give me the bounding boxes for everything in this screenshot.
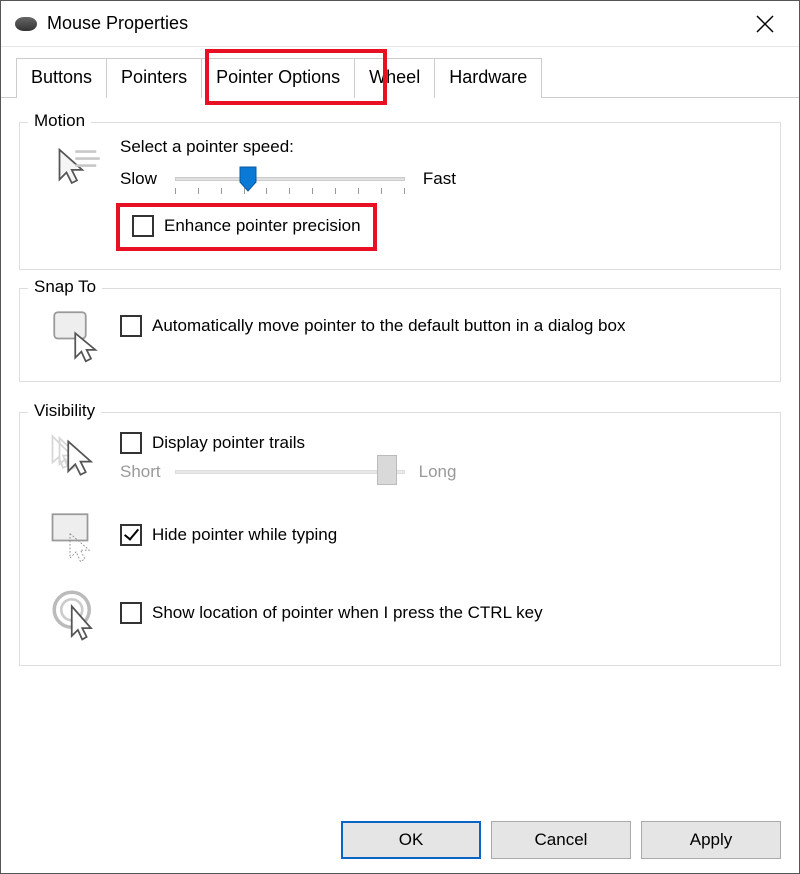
group-snap-to: Snap To Automatically move pointer to th… bbox=[19, 288, 781, 382]
group-snap-to-legend: Snap To bbox=[28, 277, 102, 297]
pointer-speed-slider[interactable] bbox=[175, 174, 405, 184]
enhance-precision-checkbox[interactable] bbox=[132, 215, 154, 237]
fast-label: Fast bbox=[423, 169, 456, 189]
pointer-speed-icon bbox=[49, 141, 105, 197]
ctrl-locate-icon bbox=[49, 587, 105, 643]
snap-to-checkbox[interactable] bbox=[120, 315, 142, 337]
hide-while-typing-checkbox[interactable] bbox=[120, 524, 142, 546]
pointer-trails-icon bbox=[49, 431, 105, 487]
pointer-trails-thumb bbox=[377, 455, 397, 485]
slow-label: Slow bbox=[120, 169, 157, 189]
pointer-trails-slider bbox=[175, 467, 405, 477]
hide-while-typing-icon bbox=[49, 509, 105, 565]
pointer-trails-label: Display pointer trails bbox=[152, 432, 305, 454]
ctrl-locate-checkbox[interactable] bbox=[120, 602, 142, 624]
tab-pointers[interactable]: Pointers bbox=[106, 58, 202, 98]
group-visibility-legend: Visibility bbox=[28, 401, 101, 421]
titlebar: Mouse Properties bbox=[1, 1, 799, 47]
enhance-precision-label: Enhance pointer precision bbox=[164, 215, 361, 237]
trails-short-label: Short bbox=[120, 462, 161, 482]
tab-pointer-options[interactable]: Pointer Options bbox=[201, 58, 355, 98]
apply-button[interactable]: Apply bbox=[641, 821, 781, 859]
ok-button[interactable]: OK bbox=[341, 821, 481, 859]
tab-buttons[interactable]: Buttons bbox=[16, 58, 107, 98]
pointer-trails-checkbox[interactable] bbox=[120, 432, 142, 454]
pointer-speed-label: Select a pointer speed: bbox=[120, 137, 766, 157]
dialog-footer: OK Cancel Apply bbox=[341, 821, 781, 859]
group-motion-legend: Motion bbox=[28, 111, 91, 131]
annotation-highlight-enhance: Enhance pointer precision bbox=[116, 203, 377, 251]
close-button[interactable] bbox=[745, 4, 785, 44]
cancel-button[interactable]: Cancel bbox=[491, 821, 631, 859]
trails-long-label: Long bbox=[419, 462, 457, 482]
pointer-speed-thumb[interactable] bbox=[239, 166, 257, 192]
mouse-properties-window: Mouse Properties Buttons Pointers Pointe… bbox=[0, 0, 800, 874]
tabs-bar: Buttons Pointers Pointer Options Wheel H… bbox=[1, 57, 799, 98]
ctrl-locate-label: Show location of pointer when I press th… bbox=[152, 602, 543, 624]
mouse-icon bbox=[15, 17, 37, 31]
hide-while-typing-label: Hide pointer while typing bbox=[152, 524, 337, 546]
tab-hardware[interactable]: Hardware bbox=[434, 58, 542, 98]
group-motion: Motion Select a pointe bbox=[19, 122, 781, 270]
close-icon bbox=[756, 15, 774, 33]
window-title: Mouse Properties bbox=[47, 13, 188, 34]
tab-wheel[interactable]: Wheel bbox=[354, 58, 435, 98]
group-visibility: Visibility bbox=[19, 412, 781, 666]
tab-content: Motion Select a pointe bbox=[1, 98, 799, 674]
snap-to-icon bbox=[49, 307, 105, 363]
snap-to-label: Automatically move pointer to the defaul… bbox=[152, 315, 625, 337]
